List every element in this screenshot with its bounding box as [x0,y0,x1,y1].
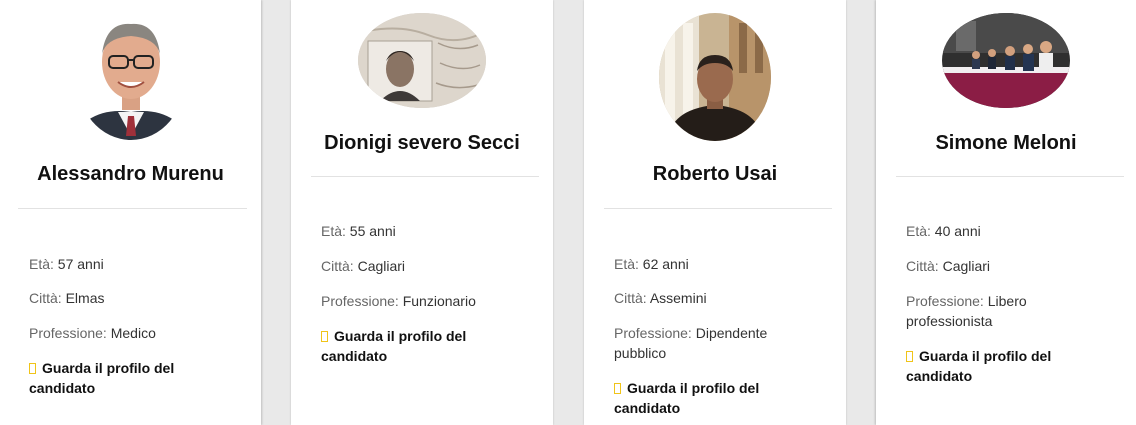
link-icon [29,363,36,374]
candidate-photo [75,12,186,140]
profession-label: Professione: [614,325,692,341]
age-row: Età: 40 anni [906,221,981,241]
city-label: Città: [614,290,647,306]
view-profile-link[interactable]: Guarda il profilo del candidato [906,346,1081,386]
view-profile-link[interactable]: Guarda il profilo del candidato [614,378,789,418]
view-profile-label: Guarda il profilo del candidato [29,360,175,396]
divider [896,176,1124,177]
city-value: Assemini [649,290,707,306]
view-profile-label: Guarda il profilo del candidato [614,380,760,416]
profession-row: Professione: Libero professionista [906,291,1096,331]
link-icon [906,351,913,362]
age-value: 40 anni [934,223,981,239]
view-profile-label: Guarda il profilo del candidato [321,328,467,364]
candidate-card-dionigi-severo-secci: Dionigi severo Secci Età: 55 anni Città:… [291,0,553,425]
candidate-card-simone-meloni: Simone Meloni Età: 40 anni Città: Caglia… [876,0,1136,425]
city-value: Elmas [65,290,105,306]
link-icon [321,331,328,342]
candidate-name: Alessandro Murenu [37,163,224,185]
candidate-card-roberto-usai: Roberto Usai Età: 62 anni Città: Assemin… [584,0,846,425]
age-row: Età: 62 anni [614,254,689,274]
portrait-image [75,12,186,140]
city-value: Cagliari [357,258,406,274]
city-row: Città: Cagliari [321,256,405,276]
profession-label: Professione: [906,293,984,309]
candidate-name: Dionigi severo Secci [324,132,520,154]
link-icon [614,383,621,394]
age-value: 62 anni [642,256,689,272]
profession-value: Medico [110,325,156,341]
city-label: Città: [321,258,354,274]
age-label: Età: [614,256,639,272]
candidate-photo [358,13,486,108]
view-profile-link[interactable]: Guarda il profilo del candidato [321,326,496,366]
divider [18,208,247,209]
city-row: Città: Cagliari [906,256,990,276]
candidate-name: Roberto Usai [652,163,778,185]
age-label: Età: [321,223,346,239]
profession-label: Professione: [321,293,399,309]
view-profile-label: Guarda il profilo del candidato [906,348,1052,384]
age-value: 55 anni [349,223,396,239]
divider [604,208,832,209]
candidate-photo [942,13,1070,108]
city-label: Città: [29,290,62,306]
age-label: Età: [906,223,931,239]
age-row: Età: 57 anni [29,254,104,274]
profession-label: Professione: [29,325,107,341]
candidate-name: Simone Meloni [935,132,1077,154]
divider [311,176,539,177]
profession-row: Professione: Medico [29,323,239,343]
age-label: Età: [29,256,54,272]
view-profile-link[interactable]: Guarda il profilo del candidato [29,358,204,398]
age-value: 57 anni [57,256,104,272]
city-row: Città: Elmas [29,288,104,308]
candidate-photo [659,13,771,141]
city-value: Cagliari [942,258,991,274]
portrait-image [659,13,771,141]
candidate-card-alessandro-murenu: Alessandro Murenu Età: 57 anni Città: El… [0,0,261,425]
city-row: Città: Assemini [614,288,707,308]
document-photo-image [358,13,486,108]
profession-row: Professione: Dipendente pubblico [614,323,804,363]
age-row: Età: 55 anni [321,221,396,241]
profession-value: Funzionario [402,293,476,309]
conference-photo-image [942,13,1070,108]
profession-row: Professione: Funzionario [321,291,536,311]
city-label: Città: [906,258,939,274]
